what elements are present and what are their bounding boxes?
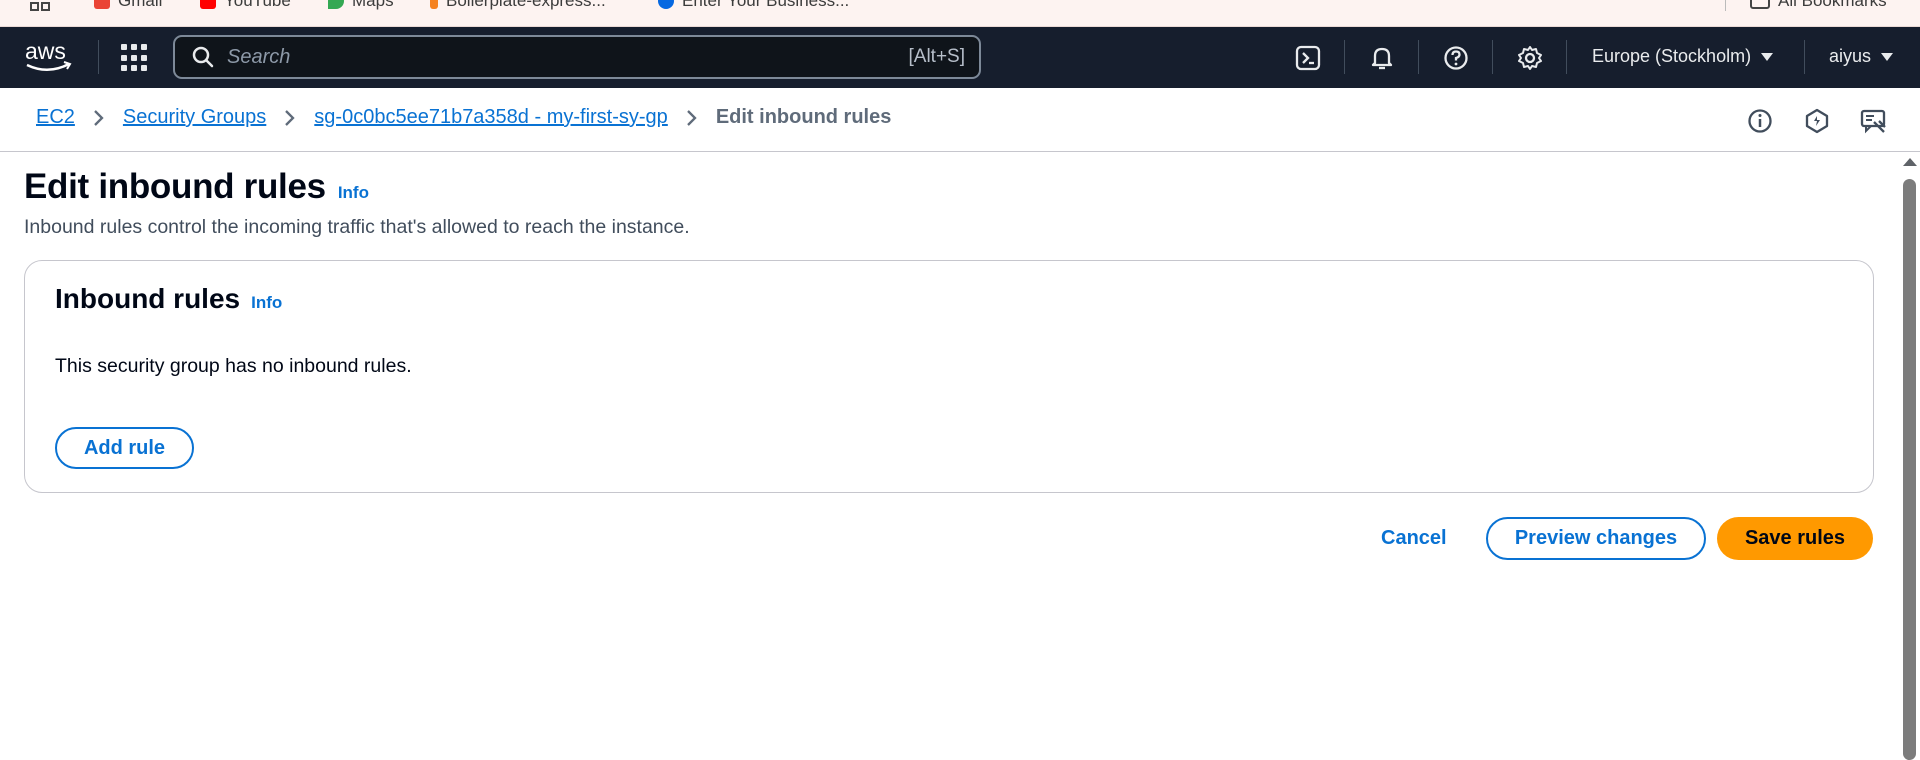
preview-changes-button[interactable]: Preview changes (1486, 517, 1706, 560)
panel-title: Inbound rules (55, 283, 241, 314)
caret-down-icon (1881, 52, 1894, 61)
cloudshell-icon[interactable] (1293, 43, 1323, 73)
nav-divider (1344, 40, 1345, 74)
caret-down-icon (1761, 52, 1774, 61)
browser-bookmarks-bar: Gmail YouTube Maps Boilerplate-express..… (0, 0, 1920, 27)
bookmark-maps[interactable]: Maps (328, 0, 394, 11)
breadcrumb-security-groups[interactable]: Security Groups (123, 106, 266, 129)
cancel-button[interactable]: Cancel (1381, 527, 1447, 550)
search-box[interactable]: [Alt+S] (173, 35, 981, 79)
scroll-up-arrow-icon[interactable] (1903, 158, 1917, 166)
scrollbar-thumb[interactable] (1903, 179, 1916, 760)
search-icon (192, 46, 214, 68)
bookmark-icon (430, 0, 438, 9)
nav-divider (1492, 40, 1493, 74)
chevron-right-icon (93, 109, 105, 127)
page-description: Inbound rules control the incoming traff… (24, 216, 690, 238)
settings-icon[interactable] (1515, 43, 1545, 73)
apps-grid-icon[interactable] (30, 0, 50, 11)
feedback-icon[interactable] (1859, 106, 1889, 136)
panel-header: Inbound rules Info (55, 283, 282, 315)
info-panel-icon[interactable] (1745, 106, 1775, 136)
page-header: Edit inbound rules Info (24, 167, 369, 207)
help-icon[interactable] (1441, 43, 1471, 73)
chevron-right-icon (686, 109, 698, 127)
breadcrumb: EC2 Security Groups sg-0c0bc5ee71b7a358d… (36, 106, 891, 129)
nav-divider (98, 40, 99, 74)
gmail-icon (94, 0, 110, 9)
chevron-right-icon (284, 109, 296, 127)
panel-info-link[interactable]: Info (251, 293, 282, 313)
meta-icon (658, 0, 674, 9)
account-name: aiyus (1829, 46, 1872, 66)
bookmark-boilerplate[interactable]: Boilerplate-express... (430, 0, 606, 11)
region-selector[interactable]: Europe (Stockholm) (1592, 46, 1774, 67)
nav-divider (1418, 40, 1419, 74)
save-rules-button[interactable]: Save rules (1717, 517, 1873, 560)
breadcrumb-security-group-id[interactable]: sg-0c0bc5ee71b7a358d - my-first-sy-gp (314, 106, 668, 129)
bell-icon[interactable] (1367, 43, 1397, 73)
youtube-icon (200, 0, 216, 9)
bookmark-gmail[interactable]: Gmail (94, 0, 162, 11)
nav-divider (1804, 40, 1805, 74)
inbound-rules-panel: Inbound rules Info This security group h… (24, 260, 1874, 493)
search-input[interactable] (215, 37, 909, 77)
folder-icon (1750, 0, 1770, 9)
region-label: Europe (Stockholm) (1592, 46, 1752, 66)
svg-text:aws: aws (25, 38, 66, 64)
account-menu[interactable]: aiyus (1829, 46, 1894, 67)
search-shortcut-hint: [Alt+S] (908, 46, 966, 67)
breadcrumb-ec2[interactable]: EC2 (36, 106, 75, 129)
nav-divider (1566, 40, 1567, 74)
aws-logo[interactable]: aws (24, 37, 74, 75)
security-hub-icon[interactable] (1802, 106, 1832, 136)
add-rule-button[interactable]: Add rule (55, 427, 194, 469)
bookmark-business[interactable]: Enter Your Business... (658, 0, 849, 11)
services-menu-icon[interactable] (121, 44, 149, 72)
all-bookmarks[interactable]: All Bookmarks (1725, 0, 1887, 11)
empty-rules-message: This security group has no inbound rules… (55, 355, 412, 377)
breadcrumb-current: Edit inbound rules (715, 106, 892, 128)
page-title: Edit inbound rules (24, 167, 326, 206)
aws-top-nav: aws [Alt+S] Europe (Stockholm) aiyus (0, 27, 1920, 88)
page-info-link[interactable]: Info (338, 183, 369, 203)
bookmark-youtube[interactable]: YouTube (200, 0, 291, 11)
breadcrumb-bar: EC2 Security Groups sg-0c0bc5ee71b7a358d… (0, 88, 1920, 152)
maps-icon (328, 0, 344, 9)
bookmarks-divider (1725, 0, 1726, 11)
